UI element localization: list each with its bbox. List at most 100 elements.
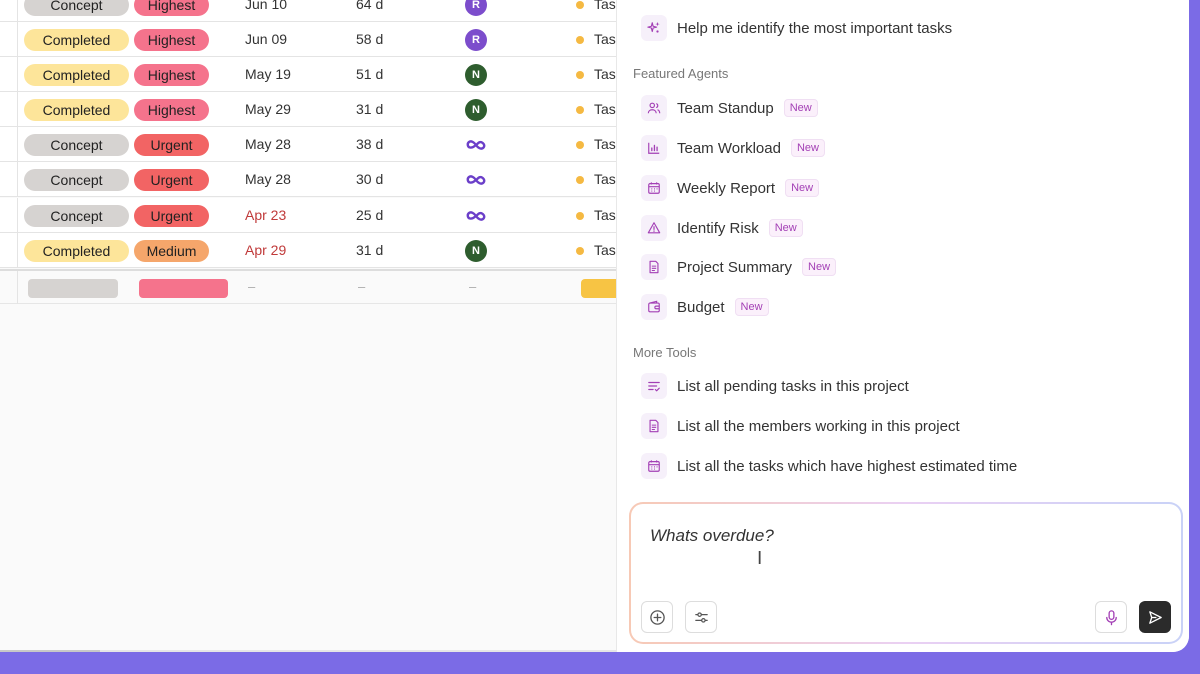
agent-item[interactable]: Project Summary New bbox=[641, 253, 837, 281]
table-row[interactable]: Concept Urgent May 28 30 d Tas bbox=[0, 162, 616, 197]
row-handle[interactable] bbox=[0, 92, 18, 127]
agent-item[interactable]: Weekly Report New bbox=[641, 174, 820, 202]
task-name[interactable]: Tas bbox=[594, 101, 616, 117]
agent-item[interactable]: Team Standup New bbox=[641, 94, 818, 122]
task-name[interactable]: Tas bbox=[594, 31, 616, 47]
row-handle[interactable] bbox=[0, 22, 18, 57]
agent-label: Weekly Report bbox=[677, 179, 776, 197]
due-date: May 28 bbox=[245, 171, 291, 187]
row-handle[interactable] bbox=[0, 233, 18, 268]
table-row[interactable]: Completed Highest May 29 31 d N Tas bbox=[0, 92, 616, 127]
row-handle[interactable] bbox=[0, 57, 18, 92]
task-name[interactable]: Tas bbox=[594, 171, 616, 187]
row-handle[interactable] bbox=[0, 0, 18, 22]
send-icon bbox=[1148, 610, 1162, 624]
add-attachment-button[interactable] bbox=[641, 601, 673, 633]
tool-item[interactable]: List all the tasks which have highest es… bbox=[641, 452, 1017, 480]
priority-pill[interactable]: Highest bbox=[134, 64, 209, 86]
due-date: Apr 29 bbox=[245, 242, 287, 258]
table-row[interactable]: Concept Urgent Apr 23 25 d Tas bbox=[0, 198, 616, 233]
app-window: Concept Highest Jun 10 64 d R Tas Comple… bbox=[0, 0, 1189, 652]
priority-pill[interactable]: Highest bbox=[134, 29, 209, 51]
priority-pill[interactable]: Urgent bbox=[134, 169, 209, 191]
assignee-avatar[interactable]: N bbox=[465, 99, 487, 121]
table-row[interactable]: Concept Highest Jun 10 64 d R Tas bbox=[0, 0, 616, 22]
send-button[interactable] bbox=[1139, 601, 1171, 633]
calendar-icon bbox=[641, 175, 667, 201]
status-pill[interactable]: Concept bbox=[24, 0, 129, 16]
row-handle[interactable] bbox=[0, 198, 18, 233]
duration: 30 d bbox=[356, 171, 384, 187]
row-handle[interactable] bbox=[0, 162, 18, 197]
table-row[interactable]: Concept Urgent May 28 38 d Tas bbox=[0, 127, 616, 162]
ai-assistant-panel: Help me identify the most important task… bbox=[616, 0, 1189, 652]
task-name[interactable]: Tas bbox=[594, 242, 616, 258]
tool-item[interactable]: List all pending tasks in this project bbox=[641, 372, 909, 400]
more-tools-heading: More Tools bbox=[633, 345, 697, 360]
microphone-icon bbox=[1105, 609, 1117, 625]
row-handle[interactable] bbox=[0, 127, 18, 162]
priority-pill[interactable]: Highest bbox=[134, 99, 209, 121]
assignee-avatar[interactable]: R bbox=[465, 29, 487, 51]
priority-pill[interactable]: Urgent bbox=[134, 205, 209, 227]
duration: 64 d bbox=[356, 0, 384, 12]
status-pill[interactable]: Completed bbox=[24, 99, 129, 121]
table-row[interactable]: Completed Medium Apr 29 31 d N Tas bbox=[0, 233, 616, 268]
status-pill[interactable]: Concept bbox=[24, 205, 129, 227]
calendar-icon bbox=[641, 453, 667, 479]
duration: 25 d bbox=[356, 207, 384, 223]
document-icon bbox=[641, 254, 667, 280]
task-table: Concept Highest Jun 10 64 d R Tas Comple… bbox=[0, 0, 616, 652]
due-date: May 28 bbox=[245, 136, 291, 152]
priority-pill[interactable]: Medium bbox=[134, 240, 209, 262]
task-status-dot bbox=[576, 176, 584, 184]
sparkle-icon bbox=[641, 15, 667, 41]
tool-item[interactable]: List all the members working in this pro… bbox=[641, 412, 960, 440]
agent-label: Identify Risk bbox=[677, 219, 759, 237]
task-status-dot bbox=[576, 106, 584, 114]
status-pill[interactable]: Concept bbox=[24, 134, 129, 156]
duration-summary: – bbox=[358, 279, 366, 294]
settings-sliders-button[interactable] bbox=[685, 601, 717, 633]
priority-pill[interactable]: Urgent bbox=[134, 134, 209, 156]
horizontal-scrollbar[interactable] bbox=[0, 650, 616, 652]
task-status-dot bbox=[576, 212, 584, 220]
task-status-dot bbox=[576, 1, 584, 9]
bar-chart-icon bbox=[641, 135, 667, 161]
new-badge: New bbox=[790, 139, 825, 157]
infinity-avatar-icon bbox=[466, 175, 486, 185]
summary-row: – – – bbox=[0, 269, 616, 304]
infinity-avatar-icon bbox=[466, 140, 486, 150]
priority-pill[interactable]: Highest bbox=[134, 0, 209, 16]
agent-item[interactable]: Identify Risk New bbox=[641, 214, 803, 242]
agent-item[interactable]: Budget New bbox=[641, 293, 769, 321]
task-name[interactable]: Tas bbox=[594, 136, 616, 152]
tool-label: List all pending tasks in this project bbox=[677, 377, 909, 395]
status-summary-bar bbox=[28, 279, 118, 298]
assignee-avatar[interactable]: R bbox=[465, 0, 487, 16]
suggestion-important-tasks[interactable]: Help me identify the most important task… bbox=[641, 14, 952, 42]
agent-item[interactable]: Team Workload New bbox=[641, 134, 825, 162]
assignee-summary: – bbox=[469, 279, 477, 294]
status-pill[interactable]: Completed bbox=[24, 64, 129, 86]
list-check-icon bbox=[641, 373, 667, 399]
duration: 31 d bbox=[356, 242, 384, 258]
status-pill[interactable]: Completed bbox=[24, 29, 129, 51]
assignee-avatar[interactable]: N bbox=[465, 240, 487, 262]
table-row[interactable]: Completed Highest May 19 51 d N Tas bbox=[0, 57, 616, 92]
chat-input[interactable]: Whats overdue? bbox=[650, 526, 774, 546]
status-pill[interactable]: Completed bbox=[24, 240, 129, 262]
assignee-avatar[interactable]: N bbox=[465, 64, 487, 86]
task-name[interactable]: Tas bbox=[594, 207, 616, 223]
task-name[interactable]: Tas bbox=[594, 66, 616, 82]
microphone-button[interactable] bbox=[1095, 601, 1127, 633]
document-icon bbox=[641, 413, 667, 439]
table-row[interactable]: Completed Highest Jun 09 58 d R Tas bbox=[0, 22, 616, 57]
sliders-icon bbox=[694, 611, 708, 623]
duration: 51 d bbox=[356, 66, 384, 82]
agent-label: Project Summary bbox=[677, 258, 793, 276]
new-badge: New bbox=[783, 99, 818, 117]
task-name[interactable]: Tas bbox=[594, 0, 616, 12]
task-status-dot bbox=[576, 71, 584, 79]
status-pill[interactable]: Concept bbox=[24, 169, 129, 191]
